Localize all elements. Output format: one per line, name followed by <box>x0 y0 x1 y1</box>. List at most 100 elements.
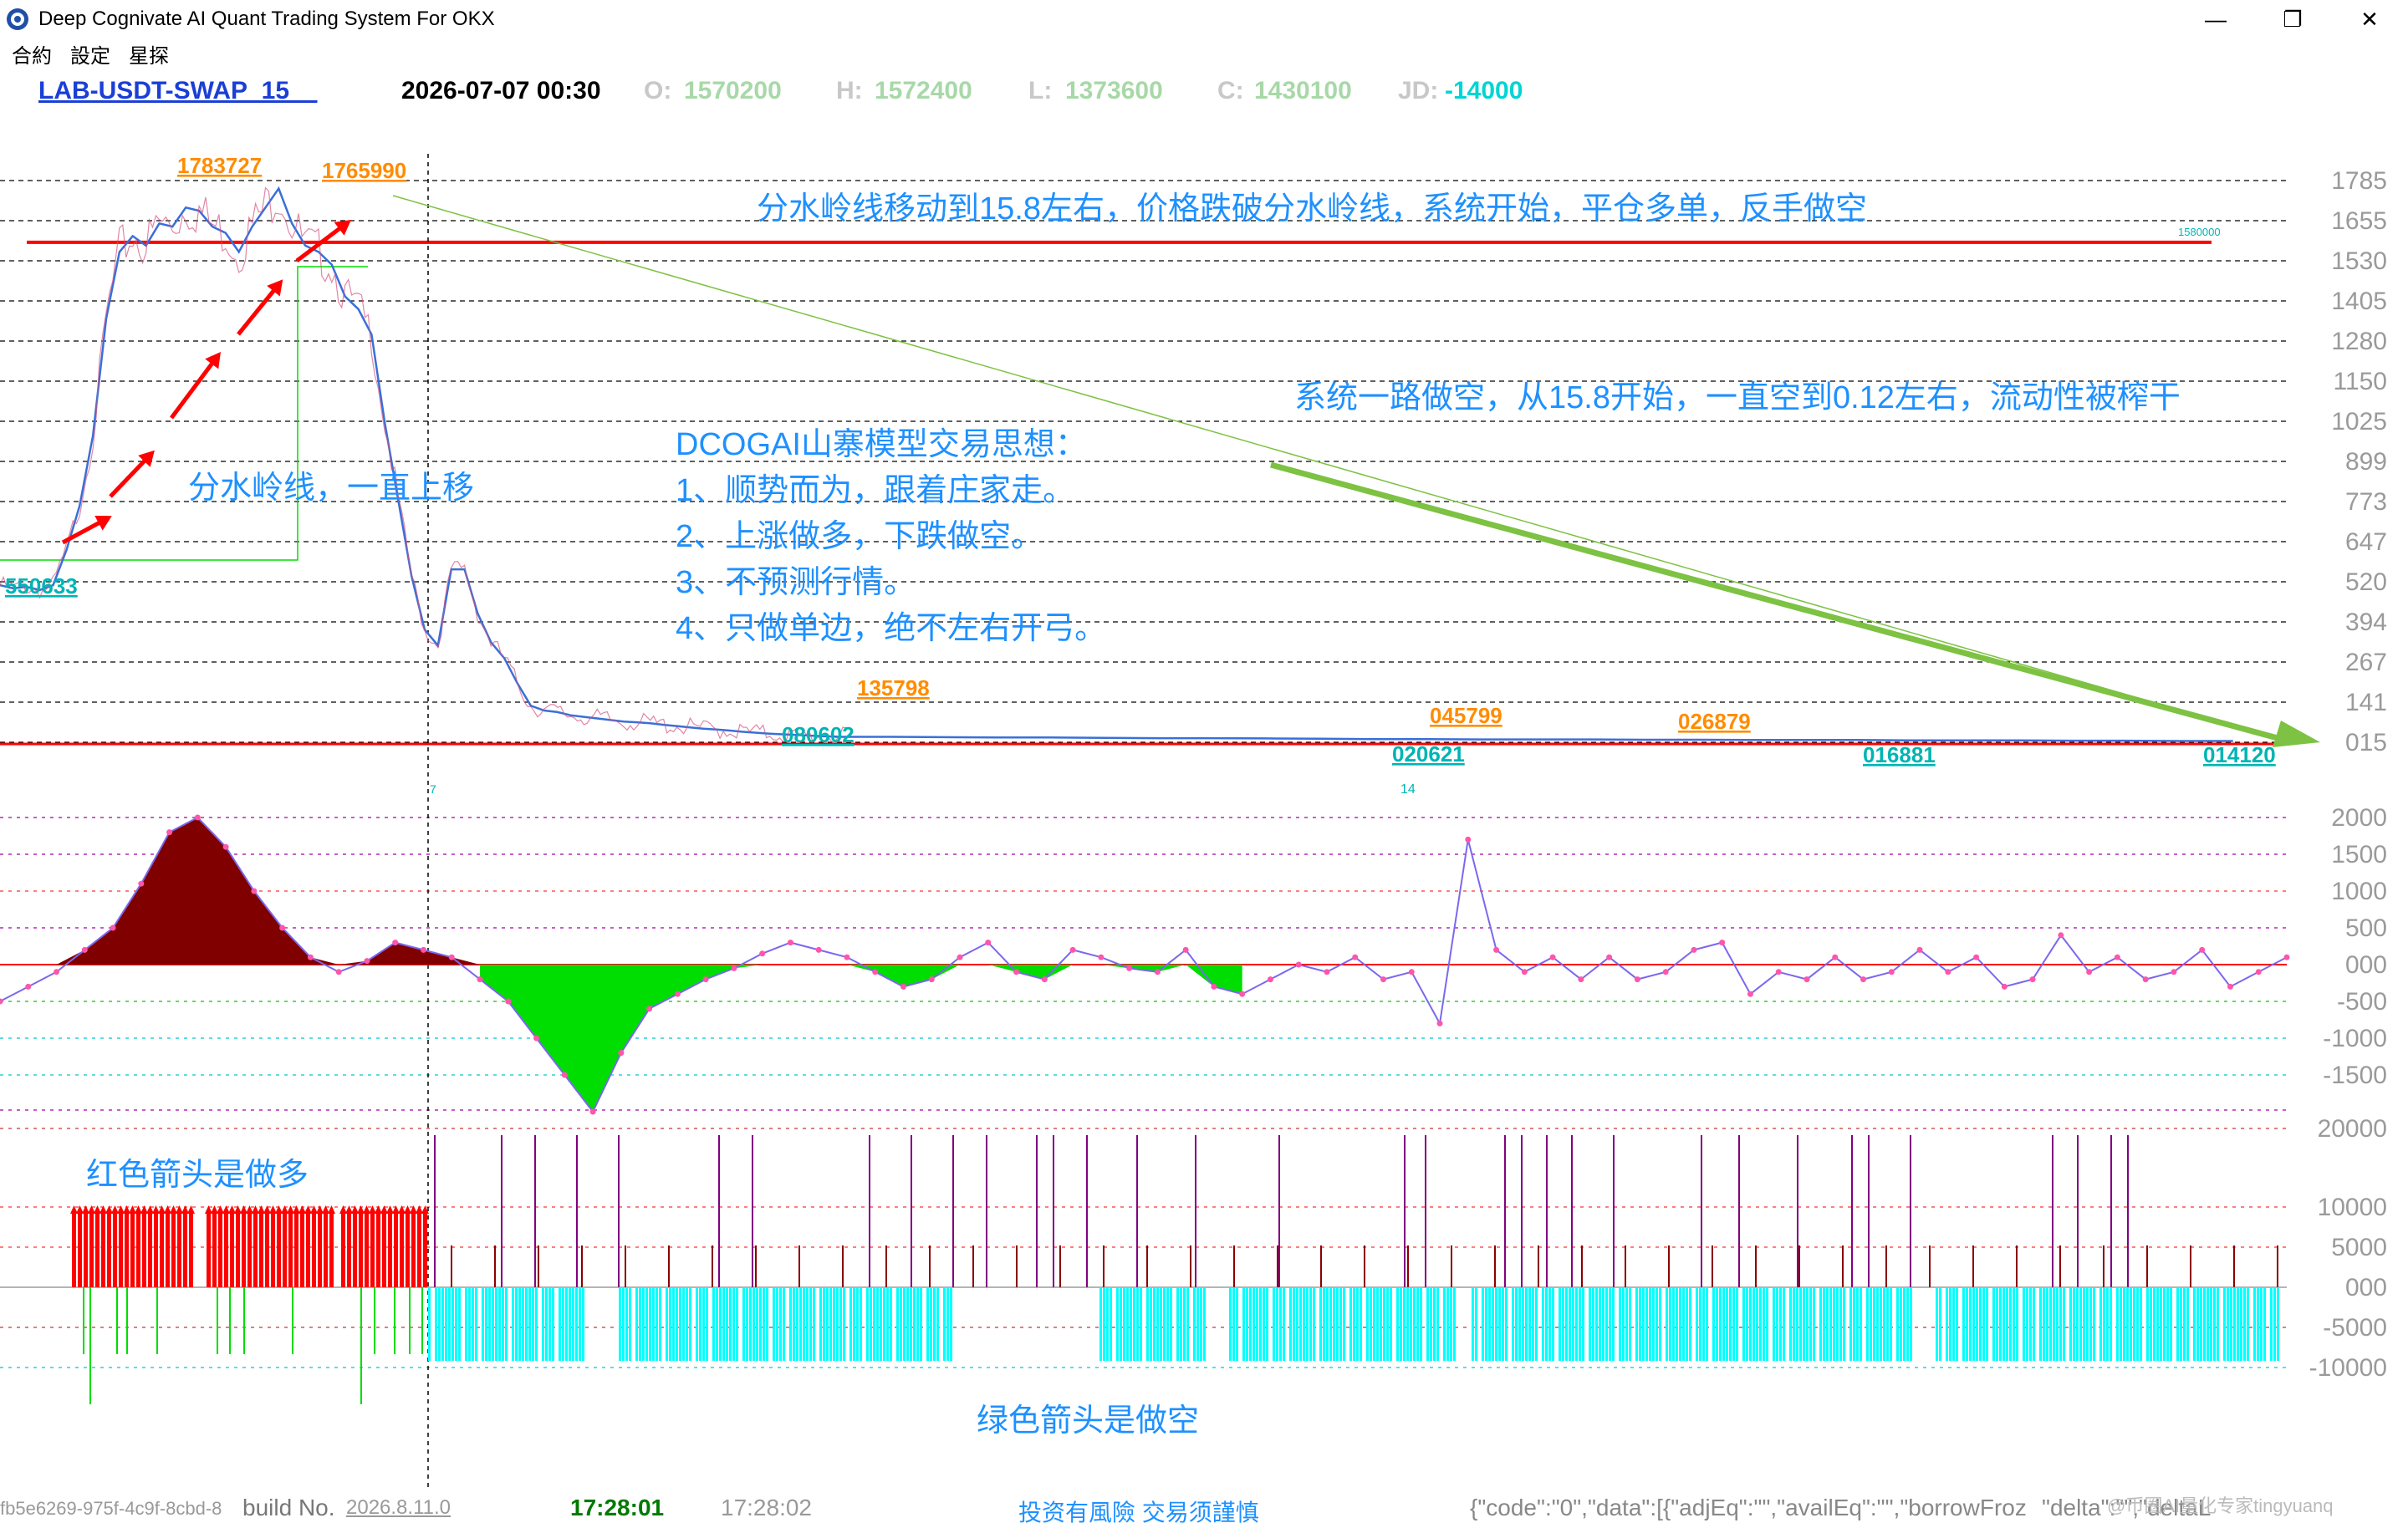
short-signal-bar <box>823 1287 825 1361</box>
price-y-tick: 1150 <box>2333 368 2387 395</box>
price-y-tick: 1025 <box>2331 408 2387 435</box>
oscillator-point <box>1747 991 1753 997</box>
short-signal-bar <box>1575 1287 1578 1361</box>
short-signal-bar <box>913 1287 916 1361</box>
short-signal-bar <box>1833 1287 1835 1361</box>
long-signal-bar <box>394 1212 398 1287</box>
short-signal-bar <box>1796 1287 1798 1361</box>
oscillator-point <box>1719 940 1726 946</box>
short-signal-bar <box>1146 1287 1149 1361</box>
short-signal-bar <box>2260 1287 2263 1361</box>
short-signal-bar <box>813 1287 815 1361</box>
oscillator-point <box>2255 969 2262 975</box>
peak-price-label: 1783727 <box>177 153 262 178</box>
short-signal-bar <box>528 1287 531 1361</box>
short-signal-bar <box>806 1287 809 1361</box>
oscillator-point <box>2029 976 2036 983</box>
short-signal-bar <box>582 1287 584 1361</box>
short-signal-bar <box>2053 1287 2055 1361</box>
clock-secondary: 17:28:02 <box>721 1495 812 1520</box>
short-signal-bar <box>829 1287 832 1361</box>
short-signal-bar <box>666 1287 668 1361</box>
short-signal-bar <box>1669 1287 1671 1361</box>
long-arrow-head <box>298 1205 306 1214</box>
short-signal-bar <box>1612 1287 1615 1361</box>
short-signal-bar <box>729 1287 732 1361</box>
short-signal-bar <box>1276 1287 1278 1361</box>
short-signal-bar <box>1776 1287 1778 1361</box>
oscillator-point <box>1154 969 1161 975</box>
short-signal-bar <box>1380 1287 1382 1361</box>
short-signal-bar <box>1936 1287 1938 1361</box>
trough-price-label: 014120 <box>2203 742 2276 767</box>
menu-settings[interactable]: 設定 <box>70 39 110 69</box>
long-arrow-head <box>316 1205 324 1214</box>
short-signal-bar <box>1635 1287 1638 1361</box>
long-signal-bar <box>242 1212 246 1287</box>
short-signal-bar <box>1982 1287 1985 1361</box>
long-signal-bar <box>230 1212 234 1287</box>
short-signal-bar <box>649 1287 651 1361</box>
short-signal-bar <box>2076 1287 2079 1361</box>
short-signal-bar <box>1689 1287 1691 1361</box>
short-signal-bar <box>1599 1287 1601 1361</box>
long-arrow-head <box>240 1205 247 1214</box>
short-signal-bar <box>1803 1287 1805 1361</box>
short-signal-bar <box>2193 1287 2196 1361</box>
oscillator-point <box>222 843 229 850</box>
long-signal-bar <box>388 1212 392 1287</box>
short-signal-bar <box>1939 1287 1941 1361</box>
short-signal-bar <box>2002 1287 2005 1361</box>
long-arrow-shaft <box>61 517 106 545</box>
short-signal-bar <box>575 1287 578 1361</box>
short-signal-bar <box>1579 1287 1581 1361</box>
close-button[interactable]: ✕ <box>2331 0 2408 38</box>
price-y-tick: 773 <box>2345 488 2387 516</box>
short-signal-bar <box>1542 1287 1544 1361</box>
oscillator-point <box>1916 946 1923 953</box>
strategy-thought-line: 4、只做单边，绝不左右开弓。 <box>676 611 1106 646</box>
short-signal-bar <box>445 1287 447 1361</box>
menu-contract[interactable]: 合約 <box>12 39 52 69</box>
trough-price-label: 080602 <box>782 722 855 747</box>
short-signal-bar <box>1313 1287 1315 1361</box>
restore-button[interactable]: ❐ <box>2254 0 2331 38</box>
short-signal-bar <box>1763 1287 1765 1361</box>
short-signal-bar <box>759 1287 762 1361</box>
strategy-thought-line: 1、顺势而为，跟着庄家走。 <box>676 473 1074 508</box>
symbol-label[interactable]: LAB-USDT-SWAP_15__ <box>38 77 317 105</box>
short-signal-bar <box>712 1287 715 1361</box>
short-signal-bar <box>1849 1287 1852 1361</box>
oscillator-point <box>138 880 145 887</box>
minimize-button[interactable]: — <box>2177 0 2254 38</box>
oscillator-point <box>2227 983 2233 990</box>
short-signal-bar <box>562 1287 564 1361</box>
long-signal-bar <box>376 1212 380 1287</box>
watermark: @币圈AI量化专家tingyuanq <box>2107 1495 2334 1516</box>
oscillator-point <box>646 1006 653 1012</box>
oscillator-point <box>364 958 370 965</box>
open-label: O: <box>644 77 672 104</box>
short-signal-bar <box>1699 1287 1701 1361</box>
short-signal-bar <box>1502 1287 1504 1361</box>
short-signal-bar <box>622 1287 625 1361</box>
short-signal-bar <box>1273 1287 1275 1361</box>
short-signal-bar <box>1752 1287 1755 1361</box>
short-signal-bar <box>1259 1287 1262 1361</box>
short-signal-bar <box>819 1287 822 1361</box>
menu-scout[interactable]: 星探 <box>129 39 169 69</box>
short-signal-bar <box>1706 1287 1708 1361</box>
short-signal-bar <box>569 1287 571 1361</box>
oscillator-point <box>2114 954 2120 960</box>
oscillator-point <box>1324 969 1330 975</box>
short-signal-bar <box>2043 1287 2045 1361</box>
short-signal-bar <box>455 1287 457 1361</box>
short-signal-bar <box>2146 1287 2149 1361</box>
short-signal-bar <box>1759 1287 1762 1361</box>
long-signal-bar <box>347 1212 351 1287</box>
trough-price-label: 016881 <box>1863 742 1936 767</box>
oscillator-point <box>505 998 512 1005</box>
short-signal-bar <box>1443 1287 1446 1361</box>
short-signal-bar <box>1472 1287 1474 1361</box>
short-signal-bar <box>1360 1287 1362 1361</box>
